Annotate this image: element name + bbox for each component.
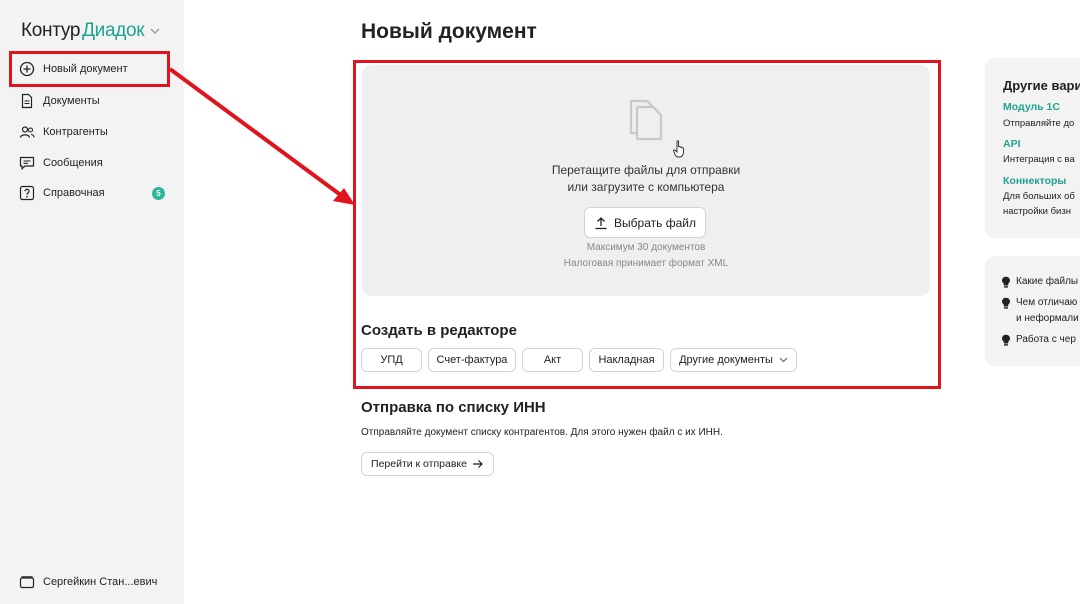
option-desc: Интеграция с ва xyxy=(1003,154,1075,165)
user-profile[interactable]: Сергейкин Стан...евич xyxy=(19,574,157,590)
sidebar-item-messages[interactable]: Сообщения xyxy=(0,147,184,178)
user-name: Сергейкин Стан...евич xyxy=(43,576,158,588)
notification-badge: 5 xyxy=(152,186,165,200)
page-title: Новый документ xyxy=(361,20,537,43)
message-icon xyxy=(19,156,35,170)
tip-item[interactable]: Работа с чер xyxy=(1001,334,1076,346)
logo-kontur: Контур xyxy=(21,20,81,41)
users-icon xyxy=(19,126,35,138)
sidebar-item-label: Сообщения xyxy=(43,156,103,169)
tips-card: Какие файлы Чем отличаю и неформали Рабо… xyxy=(985,256,1080,366)
other-options-card: Другие вари Модуль 1С Отправляйте до API… xyxy=(985,58,1080,238)
arrow-right-icon xyxy=(472,460,483,468)
annotation-highlight-main xyxy=(353,60,941,389)
tip-text: Какие файлы xyxy=(1016,276,1079,287)
go-to-sending-label: Перейти к отправке xyxy=(371,458,467,470)
link-module-1c[interactable]: Модуль 1С xyxy=(1003,101,1060,113)
logo-diadok: Диадок xyxy=(82,20,145,41)
sidebar-item-label: Документы xyxy=(43,95,100,108)
link-api[interactable]: API xyxy=(1003,138,1021,150)
inn-section-title: Отправка по списку ИНН xyxy=(361,399,546,416)
sidebar: Контур Диадок Новый документ Документы Ко… xyxy=(0,0,184,604)
chevron-down-icon xyxy=(150,25,160,37)
tip-text-2: и неформали xyxy=(1016,313,1079,324)
tip-item[interactable]: Какие файлы xyxy=(1001,276,1078,288)
sidebar-item-help[interactable]: Справочная 5 xyxy=(0,178,184,209)
annotation-arrow-head xyxy=(333,188,355,205)
sidebar-item-label: Справочная xyxy=(43,187,105,200)
inn-description: Отправляйте документ списку контрагентов… xyxy=(361,427,723,438)
annotation-arrow xyxy=(168,67,344,198)
go-to-sending-button[interactable]: Перейти к отправке xyxy=(361,452,494,476)
sidebar-item-documents[interactable]: Документы xyxy=(0,86,184,117)
annotation-highlight-sidebar xyxy=(9,51,170,87)
wallet-icon xyxy=(19,576,35,589)
tip-item[interactable]: Чем отличаю xyxy=(1001,297,1077,309)
link-connectors[interactable]: Коннекторы xyxy=(1003,175,1066,187)
lightbulb-icon xyxy=(1002,297,1010,309)
sidebar-item-label: Контрагенты xyxy=(43,126,108,139)
option-desc: Для больших об xyxy=(1003,191,1075,202)
lightbulb-icon xyxy=(1002,334,1010,346)
help-icon xyxy=(19,186,35,201)
option-desc-2: настройки бизн xyxy=(1003,206,1071,217)
tip-text: Чем отличаю xyxy=(1016,297,1078,308)
other-options-title: Другие вари xyxy=(1003,78,1080,93)
tip-text: Работа с чер xyxy=(1016,334,1076,345)
logo[interactable]: Контур Диадок xyxy=(21,20,160,42)
lightbulb-icon xyxy=(1002,276,1010,288)
document-icon xyxy=(21,94,33,109)
option-desc: Отправляйте до xyxy=(1003,118,1075,129)
sidebar-item-counterparties[interactable]: Контрагенты xyxy=(0,117,184,148)
